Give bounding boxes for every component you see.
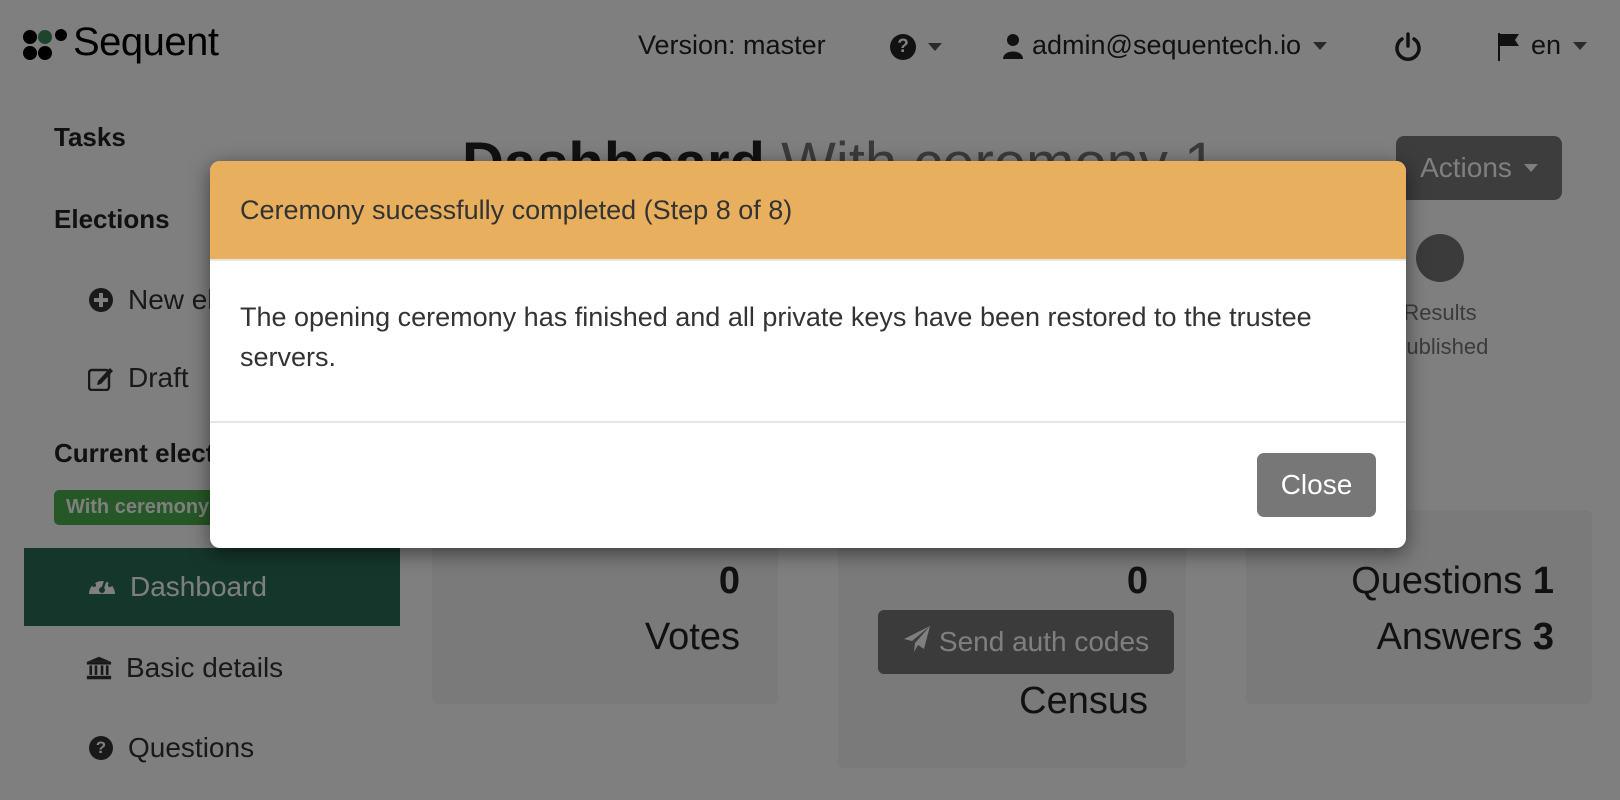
dialog-header: Ceremony sucessfully completed (Step 8 o… bbox=[210, 161, 1406, 261]
close-button[interactable]: Close bbox=[1257, 453, 1376, 517]
dialog-title: Ceremony sucessfully completed (Step 8 o… bbox=[240, 194, 793, 225]
dialog-body: The opening ceremony has finished and al… bbox=[210, 261, 1406, 423]
page: Sequent Version: master ? admin@sequente… bbox=[0, 0, 1620, 800]
dialog-message: The opening ceremony has finished and al… bbox=[240, 302, 1312, 372]
ceremony-complete-dialog: Ceremony sucessfully completed (Step 8 o… bbox=[210, 161, 1406, 548]
dialog-footer: Close bbox=[210, 423, 1406, 548]
